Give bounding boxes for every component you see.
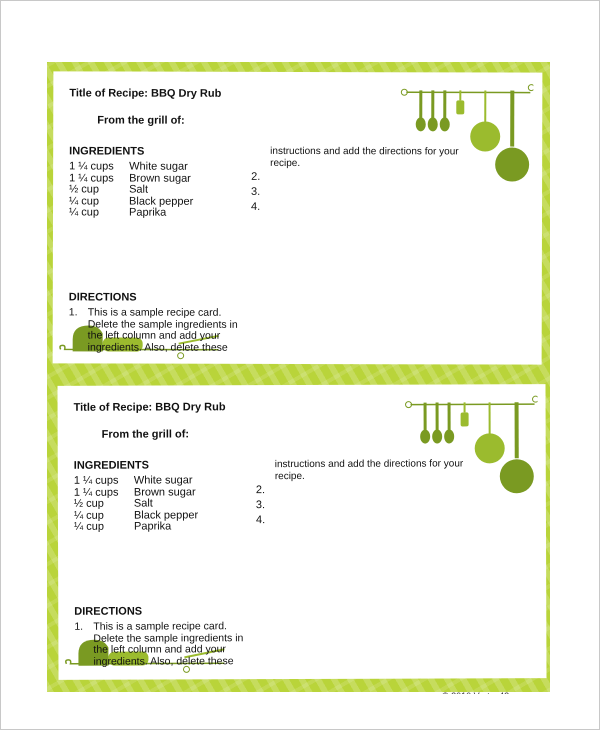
- ingredient-qty: ¼ cup: [68, 206, 99, 219]
- recipe-card-2: Title of Recipe: BBQ Dry Rub From the gr…: [57, 384, 547, 680]
- directions-heading: DIRECTIONS: [68, 291, 137, 304]
- direction-number: 4.: [255, 514, 266, 527]
- direction-number: 1.: [68, 306, 78, 319]
- hanging-kitchen-utensils-icon: [405, 395, 538, 494]
- from-the-grill-label: From the grill of:: [97, 114, 185, 127]
- ingredient-item: Paprika: [128, 206, 167, 219]
- ingredients-list: 1 ¼ cups White sugar 1 ¼ cups Brown sugar …: [68, 160, 193, 219]
- recipe-title: Title of Recipe: BBQ Dry Rub: [69, 87, 222, 100]
- ingredient-qty: 1 ¼ cups: [69, 160, 114, 173]
- direction-number: 2.: [255, 484, 266, 497]
- direction-text: This is a sample recipe card. Delete the…: [87, 306, 238, 354]
- ingredient-qty: 1 ¼ cups: [73, 474, 119, 487]
- hanging-kitchen-utensils-icon: [400, 84, 534, 182]
- ingredient-row: ¼ cup Paprika: [73, 520, 198, 533]
- direction-number: 2.: [251, 170, 261, 183]
- direction-number: 3.: [251, 185, 261, 198]
- direction-number: 1.: [74, 620, 84, 633]
- ingredient-item: Paprika: [133, 520, 172, 533]
- direction-numbers: 2. 3. 4.: [251, 171, 260, 216]
- from-the-grill-label: From the grill of:: [101, 428, 190, 441]
- ingredients-heading: INGREDIENTS: [69, 145, 145, 158]
- ingredients-list: 1 ¼ cups White sugar 1 ¼ cups Brown sugar …: [73, 474, 198, 533]
- direction-numbers: 2. 3. 4.: [256, 484, 265, 529]
- ingredient-item: White sugar: [129, 160, 188, 173]
- copyright-footer: © 2010 Vertex42: [442, 689, 509, 694]
- ingredient-item: Salt: [129, 183, 149, 196]
- recipe-title: Title of Recipe: BBQ Dry Rub: [73, 401, 226, 414]
- direction-number: 3.: [255, 499, 266, 512]
- recipe-card-1: Title of Recipe: BBQ Dry Rub From the gr…: [52, 71, 543, 365]
- directions-heading: DIRECTIONS: [74, 605, 143, 618]
- ingredient-qty: ¼ cup: [73, 520, 104, 533]
- ingredient-qty: ½ cup: [73, 497, 104, 510]
- ingredient-item: White sugar: [133, 474, 193, 487]
- ingredients-heading: INGREDIENTS: [73, 459, 149, 472]
- direction-number: 4.: [251, 200, 261, 213]
- direction-1: 1. This is a sample recipe card. Delete …: [74, 620, 244, 668]
- direction-1: 1. This is a sample recipe card. Delete …: [68, 306, 238, 354]
- ingredient-item: Salt: [133, 497, 153, 510]
- ingredient-row: ¼ cup Paprika: [68, 206, 193, 219]
- direction-text: This is a sample recipe card. Delete the…: [93, 620, 244, 668]
- ingredient-qty: ½ cup: [69, 183, 100, 196]
